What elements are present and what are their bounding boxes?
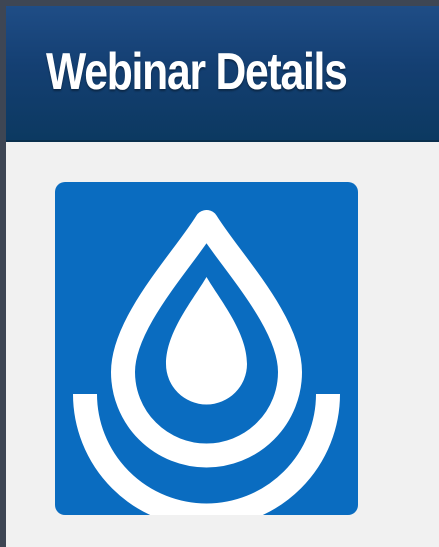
window-frame: Webinar Details	[0, 0, 439, 547]
panel-header: Webinar Details	[6, 6, 439, 142]
water-drop-icon	[73, 210, 340, 515]
webinar-details-panel: Webinar Details	[6, 6, 439, 547]
page-title: Webinar Details	[46, 43, 348, 101]
webinar-logo	[55, 182, 358, 515]
